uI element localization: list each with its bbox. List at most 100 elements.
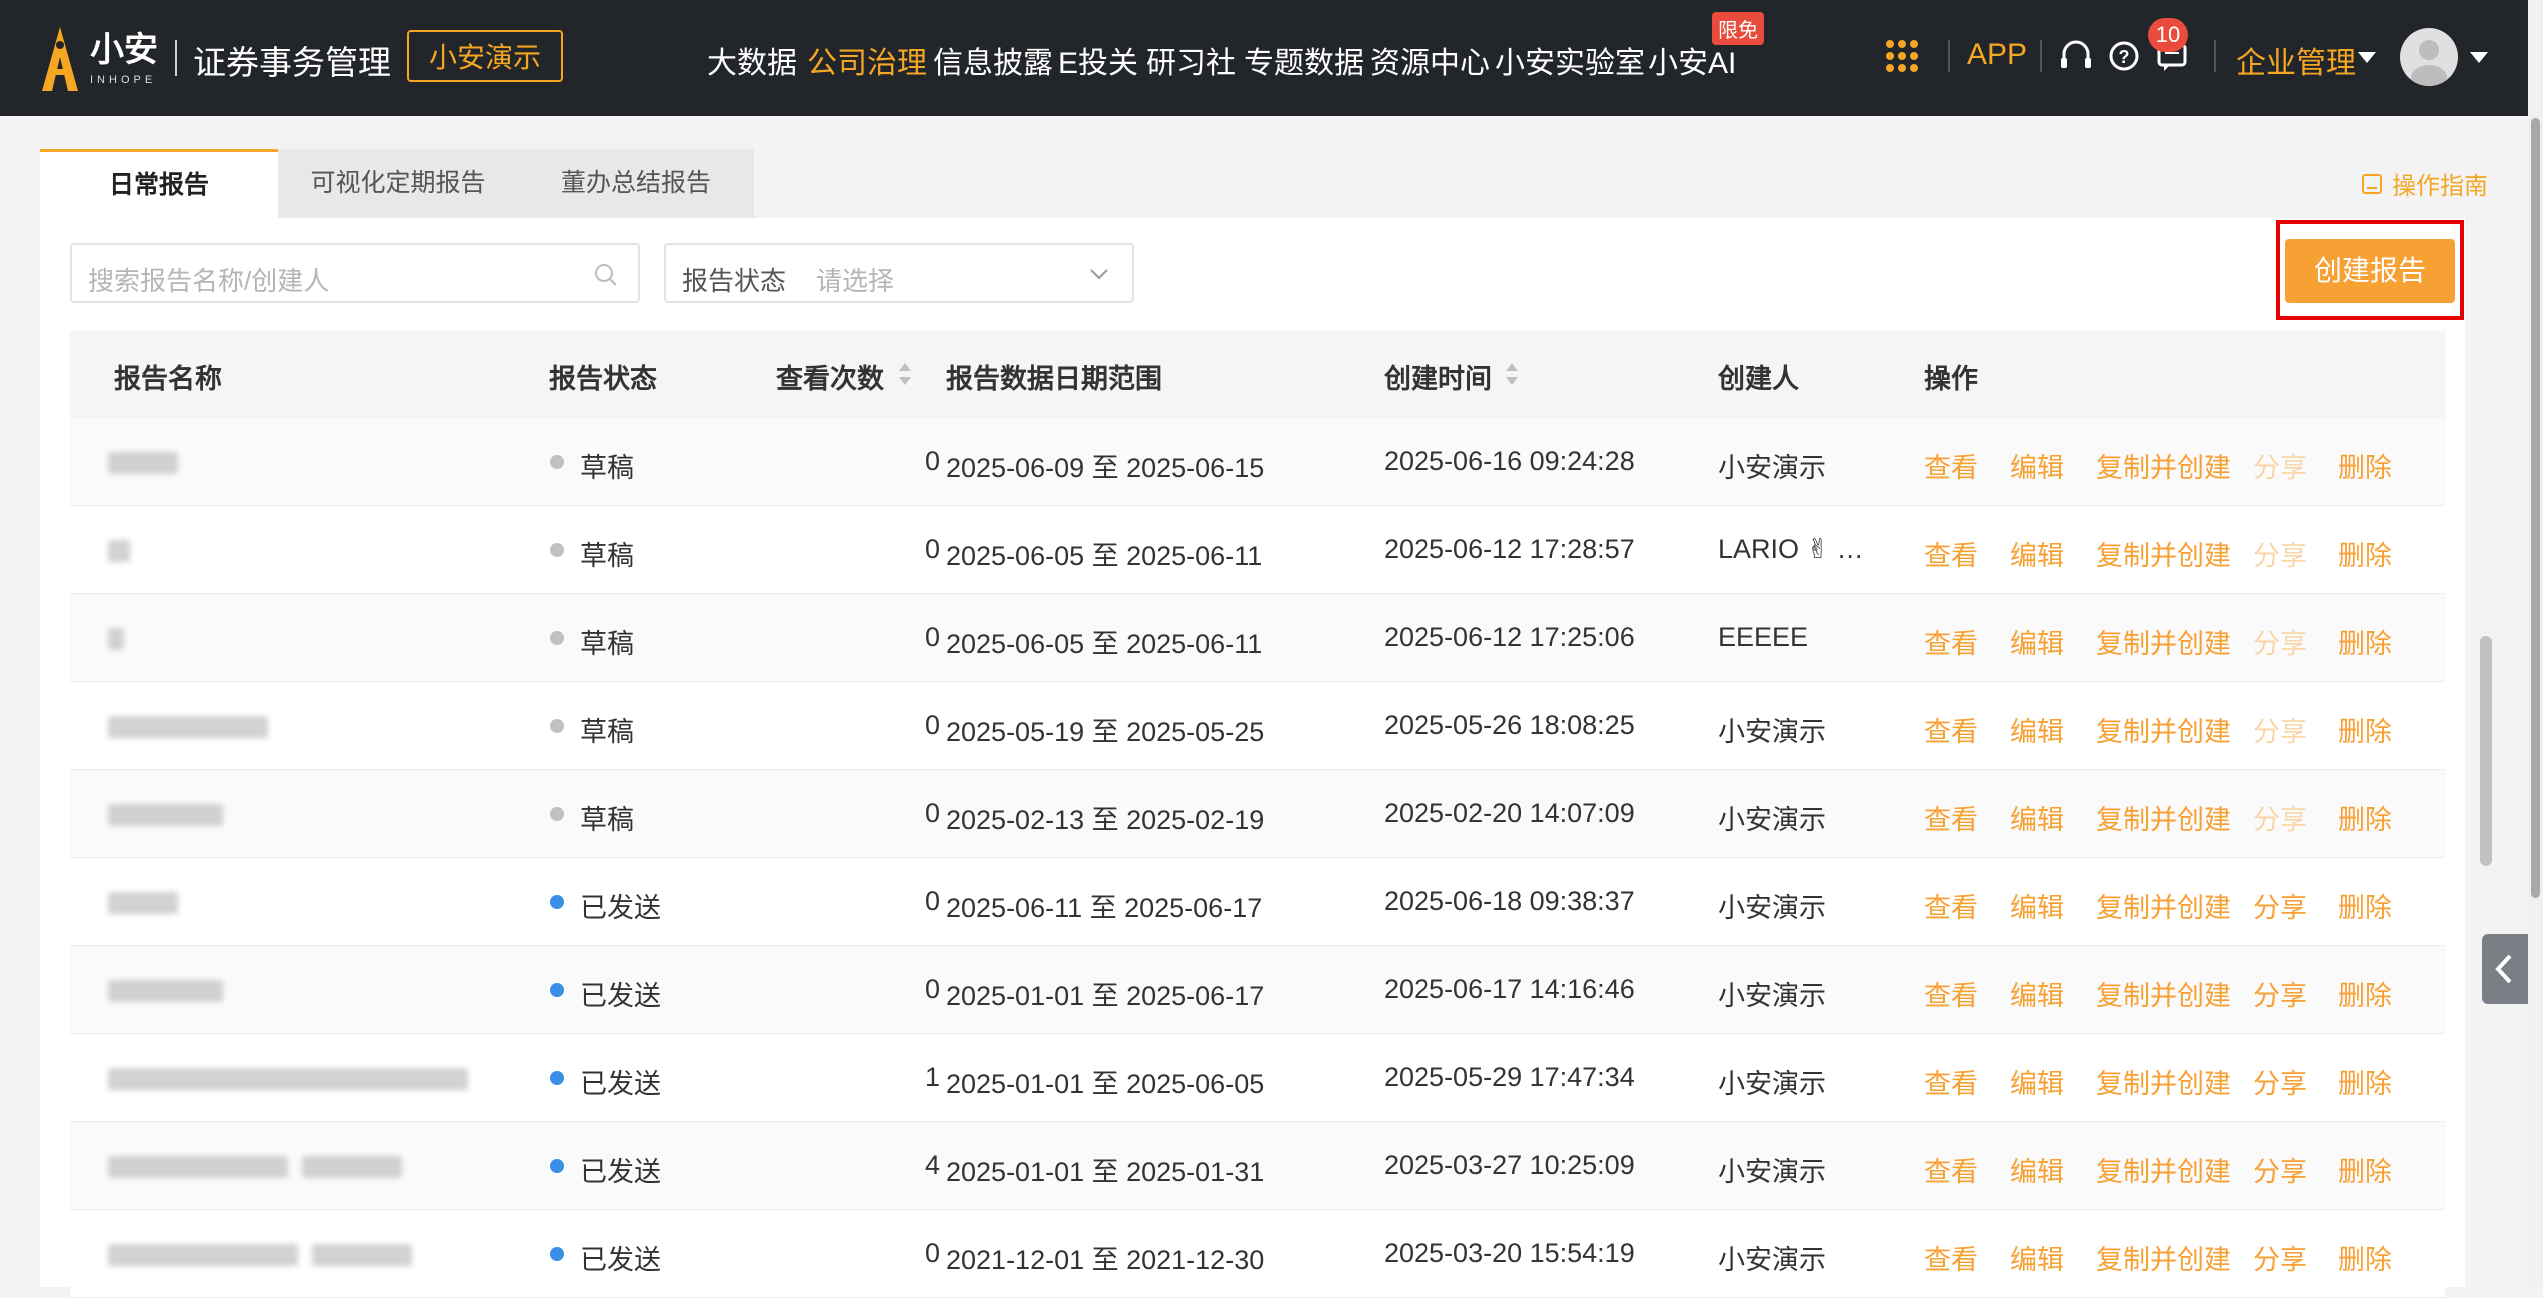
help-icon[interactable]: ? [2104, 36, 2144, 76]
share-button[interactable]: 分享 [2253, 622, 2307, 661]
status-select[interactable]: 报告状态 请选择 [664, 243, 1134, 303]
view-button[interactable]: 查看 [1924, 710, 1978, 749]
view-button[interactable]: 查看 [1924, 1062, 1978, 1101]
nav-item-study-club[interactable]: 研习社 [1146, 38, 1236, 82]
table-row[interactable]: 草稿 0 2025-06-05 至 2025-06-11 2025-06-12 17:… [70, 506, 2445, 594]
report-name-redacted[interactable] [108, 1068, 468, 1090]
view-button[interactable]: 查看 [1924, 974, 1978, 1013]
edit-button[interactable]: 编辑 [2010, 446, 2064, 485]
share-button[interactable]: 分享 [2253, 1150, 2307, 1189]
nav-item-topic-data[interactable]: 专题数据 [1244, 38, 1364, 82]
sort-icon[interactable] [1505, 359, 1519, 389]
search-icon[interactable] [592, 261, 620, 289]
edit-button[interactable]: 编辑 [2010, 710, 2064, 749]
column-header-views[interactable]: 查看次数 [776, 357, 884, 396]
duplicate-button[interactable]: 复制并创建 [2096, 1238, 2231, 1277]
app-link[interactable]: APP [1967, 38, 2027, 72]
page-scrollbar-thumb[interactable] [2531, 118, 2540, 898]
edit-button[interactable]: 编辑 [2010, 1062, 2064, 1101]
tab-daily-report[interactable]: 日常报告 [40, 149, 278, 218]
delete-button[interactable]: 删除 [2338, 622, 2392, 661]
edit-button[interactable]: 编辑 [2010, 886, 2064, 925]
delete-button[interactable]: 删除 [2338, 710, 2392, 749]
apps-grid-icon[interactable] [1882, 36, 1922, 76]
view-button[interactable]: 查看 [1924, 622, 1978, 661]
duplicate-button[interactable]: 复制并创建 [2096, 1062, 2231, 1101]
edit-button[interactable]: 编辑 [2010, 974, 2064, 1013]
report-name-redacted[interactable] [108, 540, 130, 562]
duplicate-button[interactable]: 复制并创建 [2096, 1150, 2231, 1189]
logo[interactable]: 小安 INHOPE [38, 24, 158, 94]
table-row[interactable]: 已发送 0 2021-12-01 至 2021-12-30 2025-03-20 15… [70, 1210, 2445, 1298]
table-row[interactable]: 草稿 0 2025-02-13 至 2025-02-19 2025-02-20 14:… [70, 770, 2445, 858]
side-panel-toggle[interactable] [2482, 934, 2528, 1004]
avatar[interactable] [2400, 28, 2458, 86]
report-name-redacted[interactable] [108, 628, 124, 650]
report-name-redacted[interactable] [108, 804, 223, 826]
guide-link[interactable]: 操作指南 [2360, 166, 2488, 201]
report-name-redacted[interactable] [312, 1244, 412, 1266]
view-button[interactable]: 查看 [1924, 798, 1978, 837]
delete-button[interactable]: 删除 [2338, 974, 2392, 1013]
table-row[interactable]: 已发送 1 2025-01-01 至 2025-06-05 2025-05-29 17… [70, 1034, 2445, 1122]
view-button[interactable]: 查看 [1924, 886, 1978, 925]
report-name-redacted[interactable] [108, 980, 223, 1002]
report-name-redacted[interactable] [108, 1156, 288, 1178]
report-name-redacted[interactable] [108, 1244, 298, 1266]
edit-button[interactable]: 编辑 [2010, 622, 2064, 661]
tab-board-summary-report[interactable]: 董办总结报告 [518, 149, 754, 218]
share-button[interactable]: 分享 [2253, 886, 2307, 925]
search-input[interactable]: 搜索报告名称/创建人 [70, 243, 640, 303]
share-button[interactable]: 分享 [2253, 1238, 2307, 1277]
share-button[interactable]: 分享 [2253, 974, 2307, 1013]
delete-button[interactable]: 删除 [2338, 1238, 2392, 1277]
duplicate-button[interactable]: 复制并创建 [2096, 886, 2231, 925]
duplicate-button[interactable]: 复制并创建 [2096, 446, 2231, 485]
duplicate-button[interactable]: 复制并创建 [2096, 622, 2231, 661]
nav-item-corporate-governance[interactable]: 公司治理 [807, 38, 927, 82]
table-scrollbar[interactable] [2480, 636, 2492, 866]
report-name-redacted[interactable] [108, 452, 178, 474]
tab-visual-periodic-report[interactable]: 可视化定期报告 [278, 149, 518, 218]
table-row[interactable]: 草稿 0 2025-05-19 至 2025-05-25 2025-05-26 18:… [70, 682, 2445, 770]
caret-down-icon[interactable] [2358, 52, 2376, 63]
delete-button[interactable]: 删除 [2338, 534, 2392, 573]
nav-item-disclosure[interactable]: 信息披露 [933, 38, 1053, 82]
share-button[interactable]: 分享 [2253, 1062, 2307, 1101]
view-button[interactable]: 查看 [1924, 1238, 1978, 1277]
edit-button[interactable]: 编辑 [2010, 534, 2064, 573]
column-header-created-time[interactable]: 创建时间 [1384, 357, 1492, 396]
delete-button[interactable]: 删除 [2338, 446, 2392, 485]
delete-button[interactable]: 删除 [2338, 1062, 2392, 1101]
delete-button[interactable]: 删除 [2338, 886, 2392, 925]
table-row[interactable]: 已发送 0 2025-01-01 至 2025-06-17 2025-06-17 14… [70, 946, 2445, 1034]
share-button[interactable]: 分享 [2253, 710, 2307, 749]
report-name-redacted[interactable] [108, 716, 268, 738]
duplicate-button[interactable]: 复制并创建 [2096, 974, 2231, 1013]
duplicate-button[interactable]: 复制并创建 [2096, 534, 2231, 573]
edit-button[interactable]: 编辑 [2010, 1238, 2064, 1277]
table-row[interactable]: 已发送 4 2025-01-01 至 2025-01-31 2025-03-27 10… [70, 1122, 2445, 1210]
sort-icon[interactable] [898, 359, 912, 389]
duplicate-button[interactable]: 复制并创建 [2096, 798, 2231, 837]
delete-button[interactable]: 删除 [2338, 798, 2392, 837]
headset-icon[interactable] [2056, 36, 2096, 76]
share-button[interactable]: 分享 [2253, 446, 2307, 485]
view-button[interactable]: 查看 [1924, 446, 1978, 485]
create-report-button[interactable]: 创建报告 [2285, 239, 2455, 303]
report-name-redacted[interactable] [108, 892, 178, 914]
share-button[interactable]: 分享 [2253, 534, 2307, 573]
nav-item-resource-center[interactable]: 资源中心 [1370, 38, 1490, 82]
table-row[interactable]: 已发送 0 2025-06-11 至 2025-06-17 2025-06-18 09… [70, 858, 2445, 946]
share-button[interactable]: 分享 [2253, 798, 2307, 837]
nav-item-lab[interactable]: 小安实验室 [1495, 38, 1645, 82]
caret-down-icon[interactable] [2470, 52, 2488, 63]
edit-button[interactable]: 编辑 [2010, 798, 2064, 837]
view-button[interactable]: 查看 [1924, 534, 1978, 573]
view-button[interactable]: 查看 [1924, 1150, 1978, 1189]
organization-button[interactable]: 小安演示 [407, 30, 563, 82]
report-name-redacted[interactable] [302, 1156, 402, 1178]
nav-item-big-data[interactable]: 大数据 [707, 38, 797, 82]
table-row[interactable]: 草稿 0 2025-06-09 至 2025-06-15 2025-06-16 09:… [70, 418, 2445, 506]
edit-button[interactable]: 编辑 [2010, 1150, 2064, 1189]
